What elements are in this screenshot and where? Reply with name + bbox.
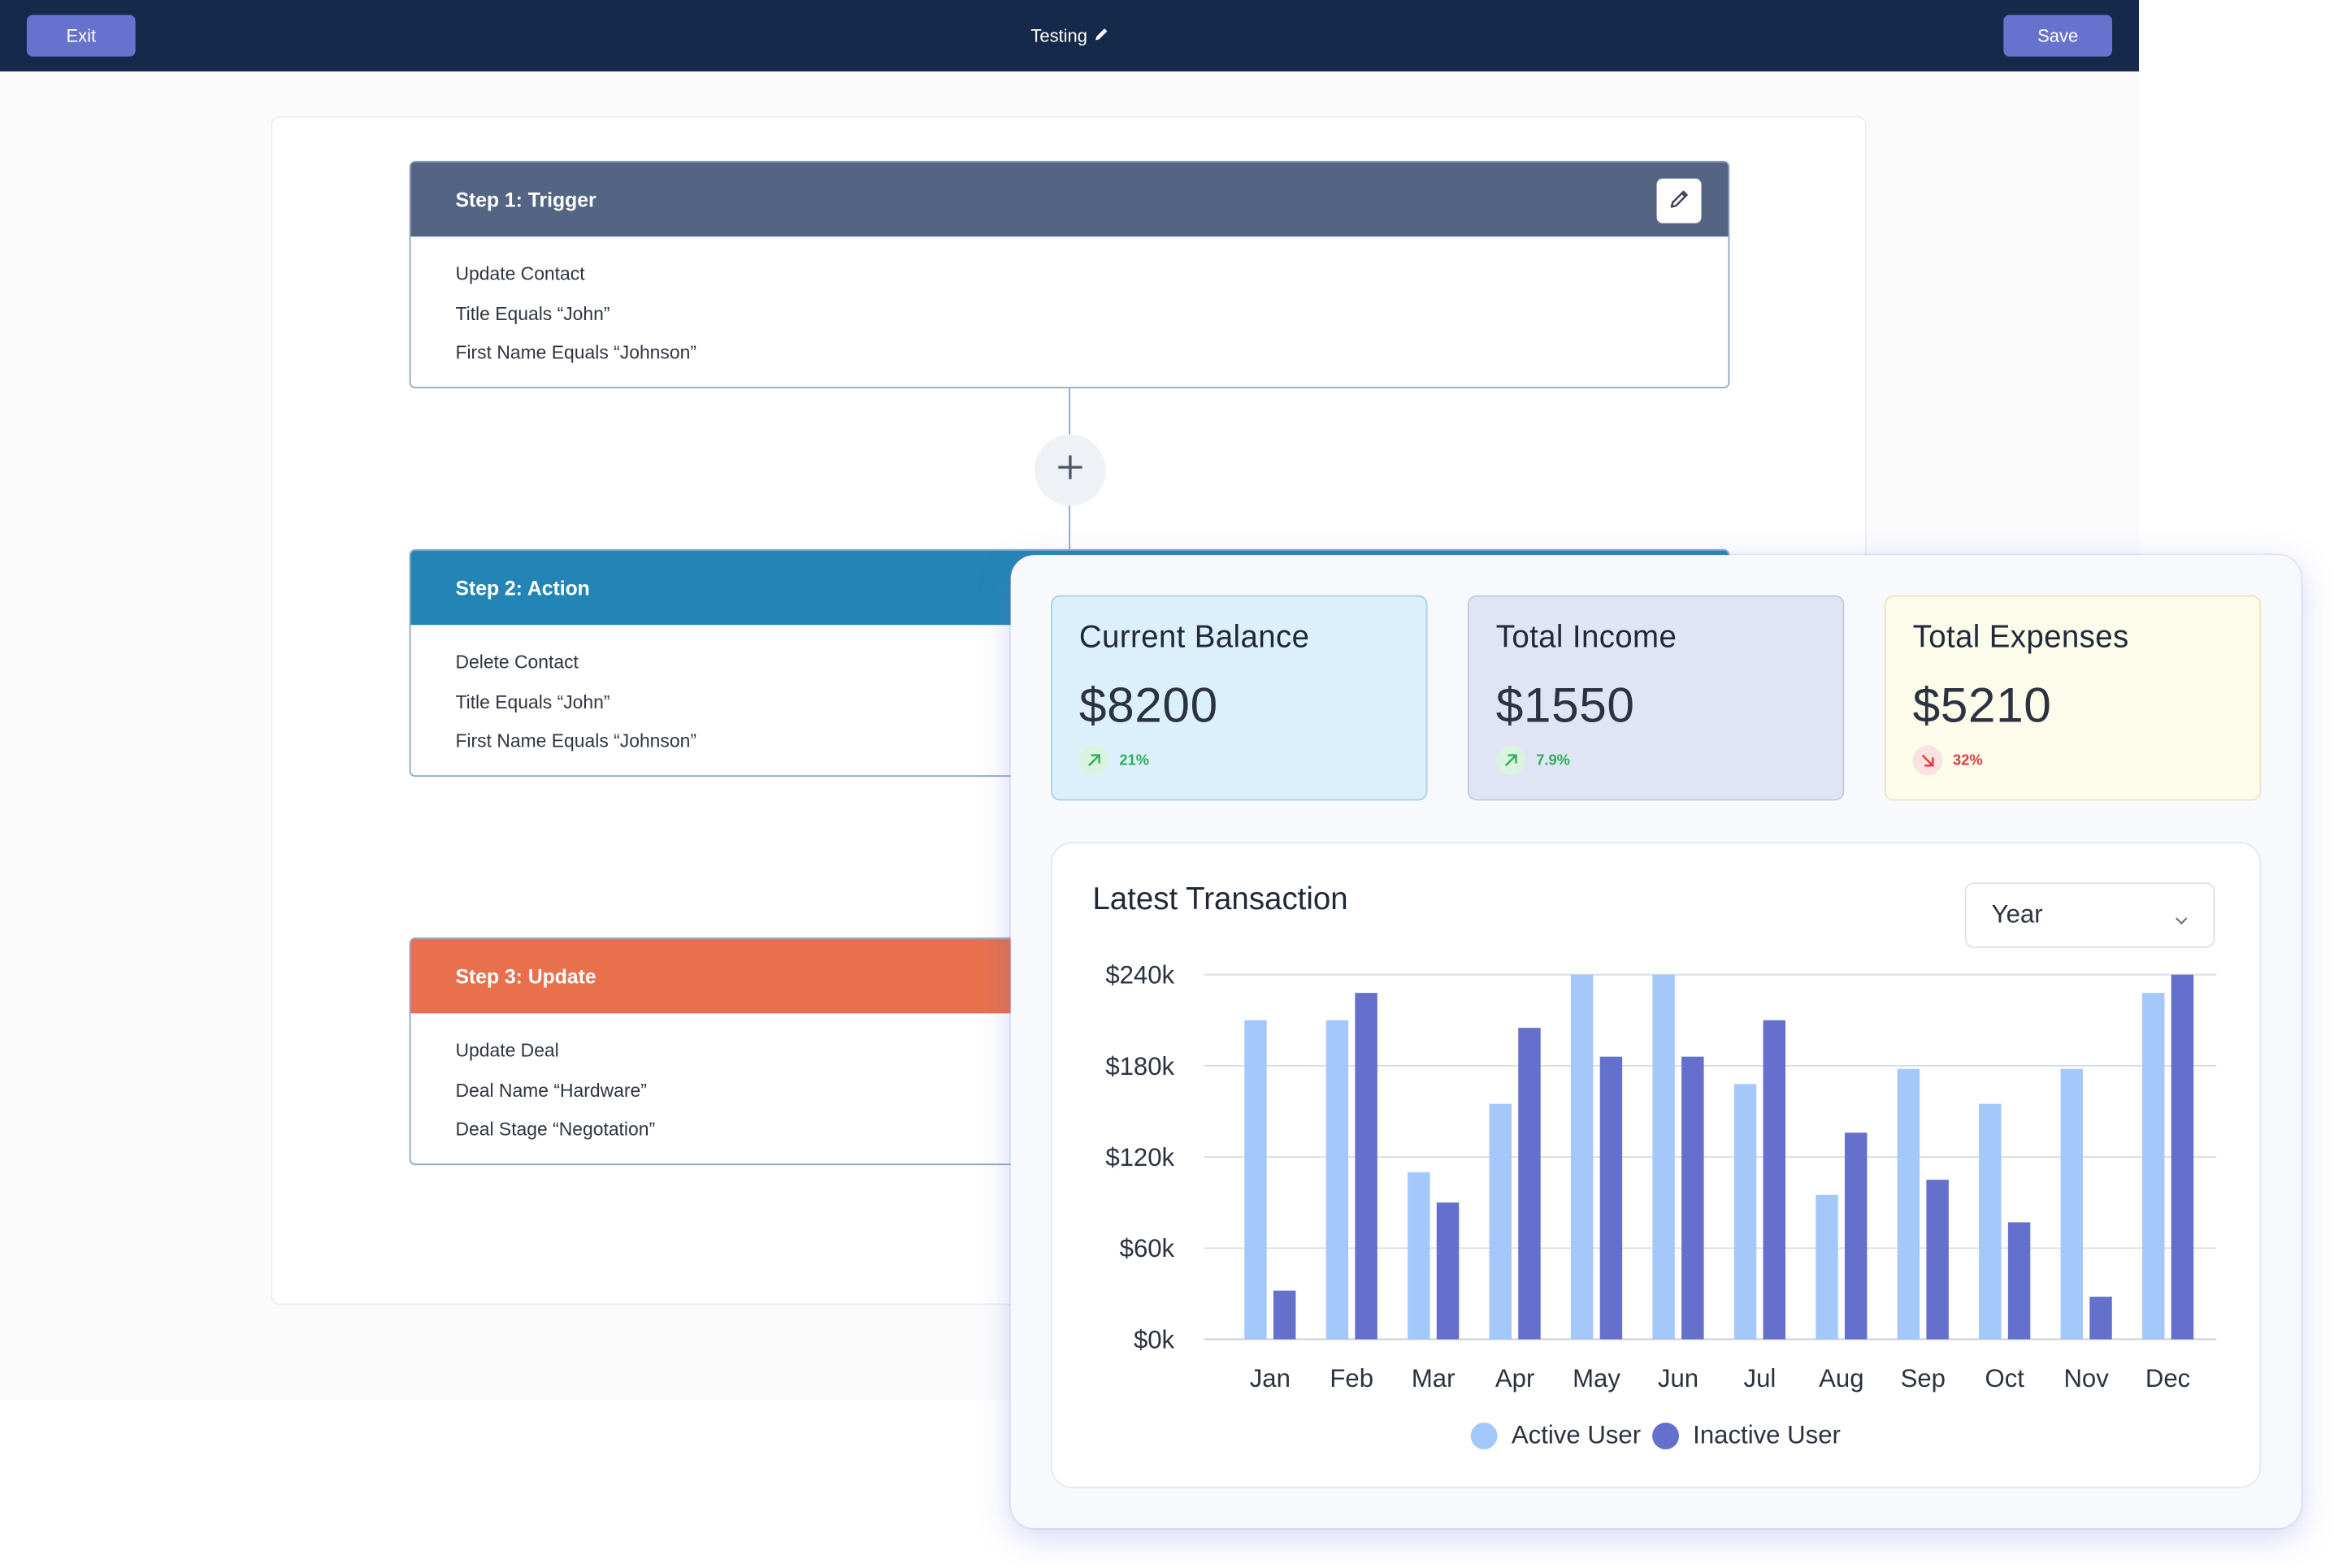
legend-dot <box>1471 1423 1499 1449</box>
bar-inactive-user-mar[interactable] <box>1436 1202 1460 1340</box>
step-header: Step 1: Trigger <box>410 162 1729 237</box>
x-tick-label: Dec <box>2145 1364 2190 1393</box>
trend-up-icon <box>1078 745 1109 776</box>
bar-active-user-nov[interactable] <box>2060 1068 2084 1340</box>
legend-item-inactive-user[interactable]: Inactive User <box>1652 1421 1841 1451</box>
step-title: Step 2: Action <box>455 576 590 600</box>
bar-inactive-user-feb[interactable] <box>1355 993 1377 1340</box>
bar-inactive-user-nov[interactable] <box>2089 1297 2112 1340</box>
stat-change: 7.9% <box>1536 752 1570 769</box>
bar-inactive-user-oct[interactable] <box>2007 1222 2031 1340</box>
stat-change: 21% <box>1119 752 1150 769</box>
bar-active-user-dec[interactable] <box>2141 993 2165 1340</box>
pencil-icon[interactable] <box>1093 25 1108 46</box>
y-tick-label: $180k <box>1105 1052 1174 1081</box>
workflow-title-text: Testing <box>1030 25 1088 46</box>
step-connector <box>1069 388 1070 435</box>
x-tick-label: Apr <box>1495 1364 1534 1393</box>
stat-trend: 32% <box>1912 745 2233 776</box>
bar-inactive-user-aug[interactable] <box>1844 1133 1868 1340</box>
plus-icon <box>1056 452 1086 489</box>
bar-inactive-user-jan[interactable] <box>1273 1290 1296 1340</box>
step-card-trigger[interactable]: Step 1: Trigger Update Contact Title Equ… <box>409 160 1730 389</box>
bar-inactive-user-apr[interactable] <box>1518 1028 1541 1340</box>
x-tick-label: Oct <box>1985 1364 2024 1393</box>
stat-title: Total Expenses <box>1912 620 2129 655</box>
total-income-card[interactable]: Total Income $1550 7.9% <box>1467 595 1845 801</box>
y-tick-label: $120k <box>1105 1143 1174 1172</box>
bar-inactive-user-sep[interactable] <box>1926 1180 1949 1340</box>
step-detail: First Name Equals “Johnson” <box>455 342 696 363</box>
top-bar: Exit Testing Save <box>0 0 2140 71</box>
y-tick-label: $0k <box>1134 1325 1175 1354</box>
save-button[interactable]: Save <box>2003 15 2113 57</box>
bar-active-user-mar[interactable] <box>1408 1172 1430 1340</box>
stat-trend: 21% <box>1078 745 1399 776</box>
step-title: Step 1: Trigger <box>455 188 597 211</box>
bar-inactive-user-jul[interactable] <box>1763 1020 1786 1340</box>
bar-inactive-user-may[interactable] <box>1599 1056 1623 1340</box>
bar-active-user-apr[interactable] <box>1489 1103 1512 1340</box>
x-tick-label: May <box>1573 1364 1620 1393</box>
chart-legend: Active User Inactive User <box>1052 1421 2259 1451</box>
total-expenses-card[interactable]: Total Expenses $5210 32% <box>1884 595 2262 801</box>
step-detail: Update Contact <box>455 263 585 284</box>
stat-title: Total Income <box>1495 620 1677 655</box>
bar-active-user-sep[interactable] <box>1897 1068 1920 1340</box>
bar-active-user-jan[interactable] <box>1244 1020 1267 1340</box>
y-tick-label: $240k <box>1105 961 1174 990</box>
y-tick-label: $60k <box>1120 1234 1175 1263</box>
bar-active-user-aug[interactable] <box>1816 1194 1838 1340</box>
trend-down-icon <box>1912 745 1943 776</box>
bar-active-user-feb[interactable] <box>1325 1020 1349 1340</box>
bar-active-user-jul[interactable] <box>1733 1084 1757 1340</box>
stat-trend: 7.9% <box>1495 745 1816 776</box>
trend-up-icon <box>1495 745 1526 776</box>
stat-value: $5210 <box>1912 677 2052 733</box>
step-detail: Title Equals “John” <box>455 302 610 324</box>
legend-dot <box>1652 1423 1680 1449</box>
bar-inactive-user-dec[interactable] <box>2171 974 2194 1340</box>
edit-step-button[interactable] <box>1656 178 1702 223</box>
x-tick-label: Jun <box>1658 1364 1698 1393</box>
bar-active-user-jun[interactable] <box>1652 974 1675 1340</box>
legend-label: Inactive User <box>1693 1421 1841 1449</box>
x-tick-label: Aug <box>1819 1364 1863 1393</box>
bar-active-user-may[interactable] <box>1570 974 1594 1340</box>
bar-inactive-user-jun[interactable] <box>1681 1056 1704 1340</box>
bar-active-user-oct[interactable] <box>1979 1103 2002 1340</box>
x-tick-label: Feb <box>1330 1364 1373 1393</box>
legend-item-active-user[interactable]: Active User <box>1471 1421 1641 1451</box>
x-tick-label: Sep <box>1901 1364 1946 1393</box>
legend-label: Active User <box>1511 1421 1642 1449</box>
stat-value: $1550 <box>1495 677 1635 733</box>
stat-change: 32% <box>1953 752 1983 769</box>
workflow-title[interactable]: Testing <box>0 0 2139 71</box>
add-step-button[interactable] <box>1034 434 1106 506</box>
step-title: Step 3: Update <box>455 964 597 988</box>
latest-transaction-card: Latest Transaction Year $240k $180k $120k $… <box>1051 842 2262 1488</box>
current-balance-card[interactable]: Current Balance $8200 21% <box>1051 595 1428 801</box>
finance-dashboard: Current Balance $8200 21% Total Income $… <box>1010 555 2301 1529</box>
pencil-icon <box>1667 187 1690 215</box>
bar-chart: $240k $180k $120k $60k $0k Jan Feb Mar Apr May Jun… <box>1105 961 2217 1393</box>
step-details: Update Contact Title Equals “John” First… <box>411 236 1729 373</box>
stat-title: Current Balance <box>1078 620 1310 655</box>
stat-value: $8200 <box>1078 677 1218 733</box>
x-tick-label: Jan <box>1250 1364 1291 1393</box>
x-tick-label: Nov <box>2063 1364 2109 1393</box>
step-connector <box>1069 505 1070 551</box>
x-tick-label: Mar <box>1412 1364 1455 1393</box>
x-tick-label: Jul <box>1744 1364 1777 1393</box>
